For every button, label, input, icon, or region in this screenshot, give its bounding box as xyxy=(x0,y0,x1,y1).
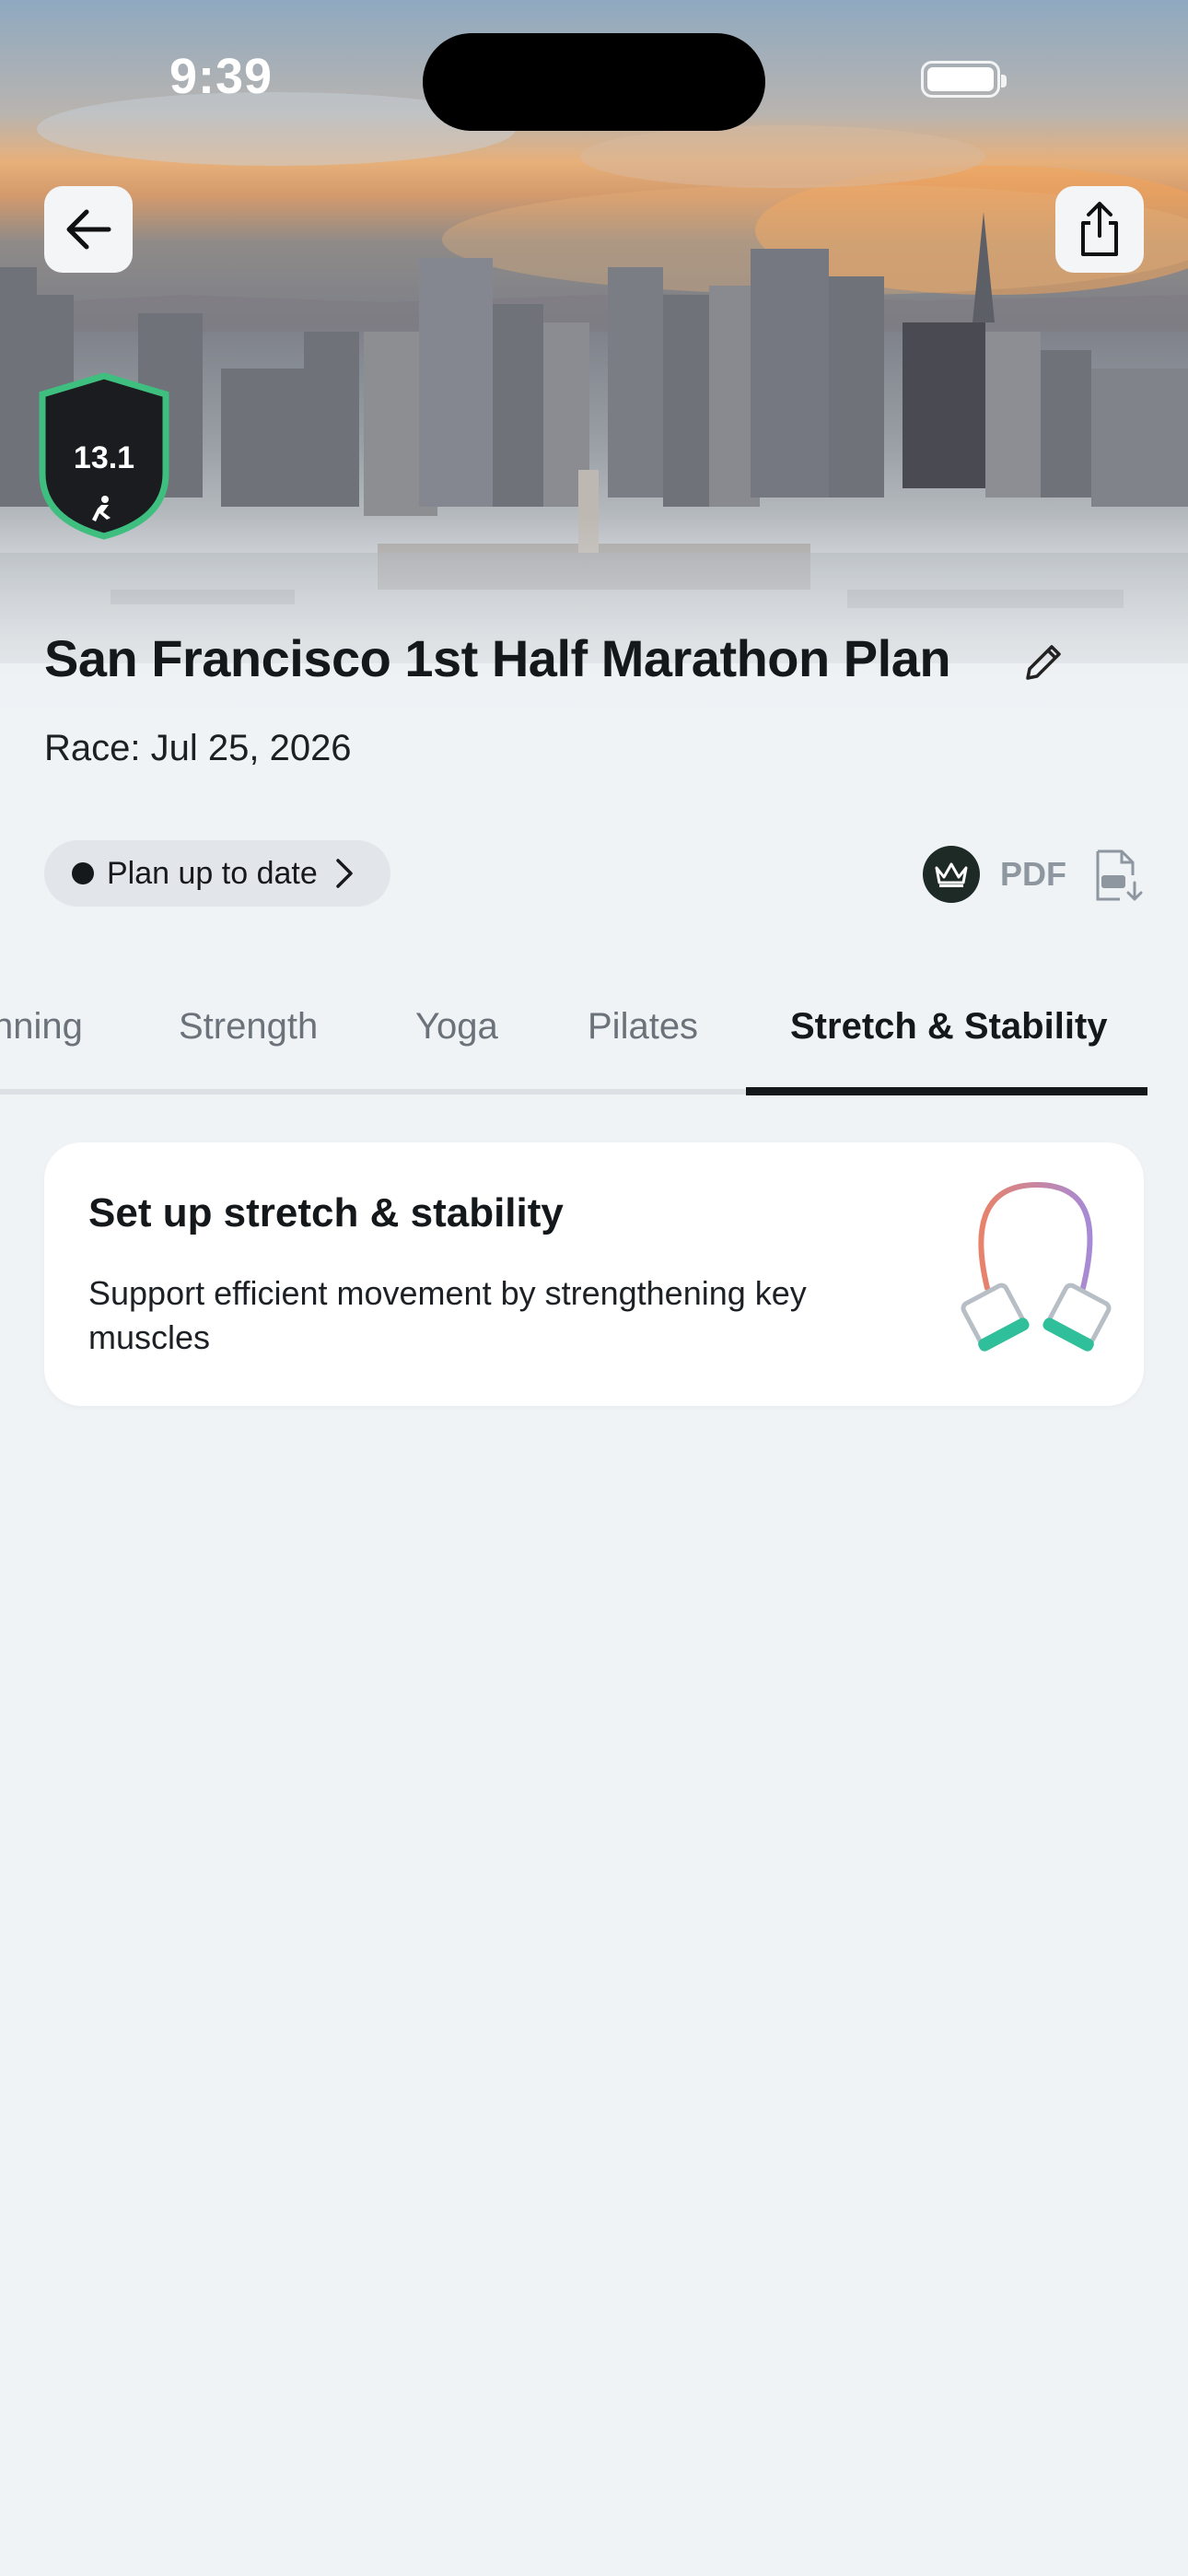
chevron-right-icon xyxy=(336,859,353,888)
race-date: Race: Jul 25, 2026 xyxy=(44,728,352,768)
premium-crown-icon xyxy=(923,846,980,903)
tab-stretch-stability[interactable]: Stretch & Stability xyxy=(790,1006,1108,1048)
active-tab-indicator xyxy=(746,1087,1147,1095)
setup-stretch-card[interactable]: Set up stretch & stability Support effic… xyxy=(44,1142,1144,1406)
card-title: Set up stretch & stability xyxy=(88,1190,564,1235)
tab-running[interactable]: nning xyxy=(0,1006,83,1048)
dynamic-island xyxy=(423,33,765,131)
tab-pilates[interactable]: Pilates xyxy=(588,1006,698,1048)
card-description: Support efficient movement by strengthen… xyxy=(88,1274,807,1356)
resistance-band-icon xyxy=(961,1181,1112,1352)
plan-status-label: Plan up to date xyxy=(107,855,318,891)
plan-status-button[interactable]: Plan up to date xyxy=(44,840,390,907)
share-button[interactable] xyxy=(1055,186,1144,273)
back-button[interactable] xyxy=(44,186,133,273)
status-dot xyxy=(72,862,94,884)
badge-distance: 13.1 xyxy=(73,440,135,475)
pencil-icon[interactable] xyxy=(1019,638,1068,687)
workout-tabs: nning Strength Yoga Pilates Stretch & St… xyxy=(0,995,1188,1096)
tab-strength[interactable]: Strength xyxy=(179,1006,318,1048)
share-icon xyxy=(1081,202,1118,256)
status-time: 9:39 xyxy=(169,49,274,104)
pdf-download-icon[interactable] xyxy=(1092,848,1144,905)
battery-icon xyxy=(921,61,1007,98)
pdf-label[interactable]: PDF xyxy=(1000,855,1066,894)
page-title: San Francisco 1st Half Marathon Plan xyxy=(44,629,951,687)
tab-yoga[interactable]: Yoga xyxy=(415,1006,498,1048)
arrow-left-icon xyxy=(66,209,111,250)
